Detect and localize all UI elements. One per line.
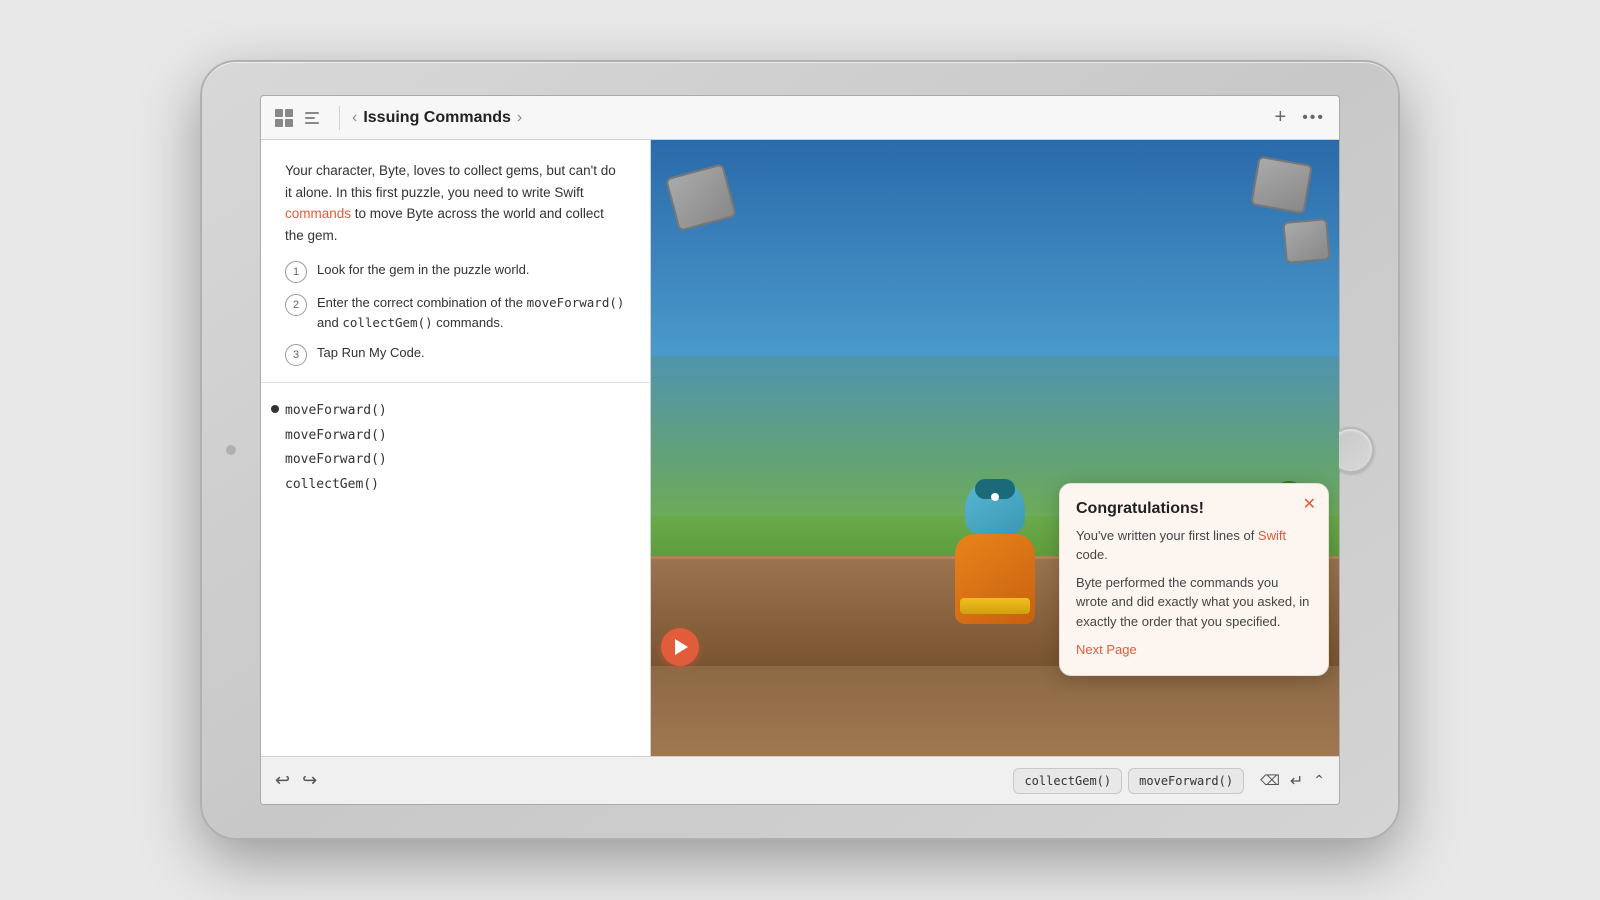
play-icon — [675, 639, 688, 655]
congrats-text-post: code. — [1076, 547, 1108, 562]
content-area: Your character, Byte, loves to collect g… — [261, 140, 1339, 756]
undo-redo-controls: ↩ ↪ — [275, 770, 317, 791]
step-item-2: 2 Enter the correct combination of the m… — [285, 293, 626, 333]
step-text-3: Tap Run My Code. — [317, 343, 425, 363]
step-number-2: 2 — [285, 294, 307, 316]
stone-tablet-2 — [1250, 156, 1313, 215]
toolbar-divider — [339, 106, 340, 130]
game-scene: Congratulations! You've written your fir… — [651, 140, 1339, 756]
step-item-3: 3 Tap Run My Code. — [285, 343, 626, 366]
congrats-line1: You've written your first lines of Swift… — [1076, 526, 1312, 565]
char-body — [955, 534, 1035, 624]
congrats-text-pre: You've written your first lines of — [1076, 528, 1258, 543]
character-byte — [945, 476, 1045, 616]
ipad-screen: ‹ Issuing Commands › + ••• Your characte… — [260, 95, 1340, 805]
instructions-body: Your character, Byte, loves to collect g… — [285, 160, 626, 246]
delete-key-button[interactable]: ⌫ — [1260, 772, 1280, 789]
code-line-1: moveForward() — [285, 399, 626, 424]
steps-list: 1 Look for the gem in the puzzle world. … — [285, 260, 626, 366]
code-bullet — [271, 405, 279, 413]
run-code-button[interactable] — [661, 628, 699, 666]
next-page-link[interactable]: Next Page — [1076, 642, 1137, 657]
step-text-2: Enter the correct combination of the mov… — [317, 293, 626, 333]
swift-commands-highlight: commands — [285, 206, 351, 221]
char-belt — [960, 598, 1030, 614]
code-line-3: moveForward() — [285, 448, 626, 473]
step-number-1: 1 — [285, 261, 307, 283]
congratulations-popup: Congratulations! You've written your fir… — [1059, 483, 1329, 677]
return-key-button[interactable]: ↵ — [1290, 771, 1303, 791]
code-collectgem: collectGem() — [342, 315, 432, 330]
code-moveforward: moveForward() — [527, 295, 625, 310]
ipad-shell: ‹ Issuing Commands › + ••• Your characte… — [200, 60, 1400, 840]
bottom-toolbar: ↩ ↪ collectGem() moveForward() ⌫ ↵ ⌃ — [261, 756, 1339, 804]
collect-gem-button[interactable]: collectGem() — [1013, 768, 1122, 794]
code-line-2: moveForward() — [285, 424, 626, 449]
keyboard-controls: ⌫ ↵ ⌃ — [1260, 771, 1325, 791]
congrats-swift-word: Swift — [1258, 528, 1286, 543]
keyboard-hide-button[interactable]: ⌃ — [1313, 772, 1325, 789]
nav-forward-button[interactable]: › — [517, 109, 522, 127]
game-panel: Congratulations! You've written your fir… — [651, 140, 1339, 756]
move-forward-button[interactable]: moveForward() — [1128, 768, 1244, 794]
toolbar: ‹ Issuing Commands › + ••• — [261, 96, 1339, 140]
code-line-4: collectGem() — [285, 473, 626, 498]
char-head — [965, 479, 1025, 534]
undo-button[interactable]: ↩ — [275, 770, 290, 791]
step-item-1: 1 Look for the gem in the puzzle world. — [285, 260, 626, 283]
instructions-section: Your character, Byte, loves to collect g… — [261, 140, 650, 383]
stone-tablet-3 — [1282, 218, 1330, 264]
step-text-1: Look for the gem in the puzzle world. — [317, 260, 529, 280]
char-eye — [991, 493, 999, 501]
add-button[interactable]: + — [1275, 106, 1287, 129]
redo-button[interactable]: ↪ — [302, 770, 317, 791]
keyword-buttons: collectGem() moveForward() — [1013, 768, 1244, 794]
list-view-icon[interactable] — [305, 112, 319, 124]
char-visor — [975, 479, 1015, 499]
left-panel: Your character, Byte, loves to collect g… — [261, 140, 651, 756]
grid-view-icon[interactable] — [275, 109, 293, 127]
more-options-button[interactable]: ••• — [1302, 109, 1325, 127]
page-title: Issuing Commands — [363, 109, 511, 127]
camera-dot — [226, 445, 236, 455]
toolbar-navigation: ‹ Issuing Commands › — [352, 109, 522, 127]
congrats-title: Congratulations! — [1076, 500, 1312, 518]
congrats-subtext: Byte performed the commands you wrote an… — [1076, 573, 1312, 632]
nav-back-button[interactable]: ‹ — [352, 109, 357, 127]
congrats-close-button[interactable]: ✕ — [1303, 494, 1316, 514]
code-editor[interactable]: moveForward() moveForward() moveForward(… — [261, 383, 650, 756]
instructions-text-1: Your character, Byte, loves to collect g… — [285, 163, 616, 200]
step-number-3: 3 — [285, 344, 307, 366]
water-background — [651, 140, 1339, 356]
